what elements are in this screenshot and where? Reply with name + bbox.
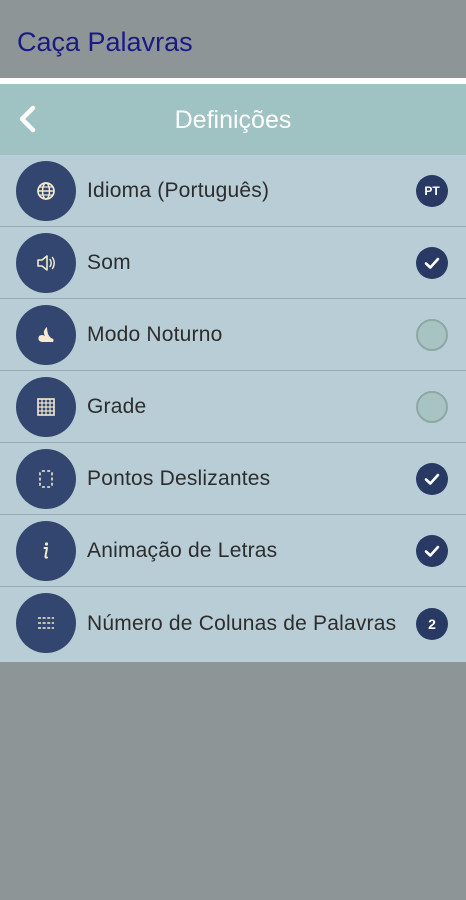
setting-label: Idioma (Português)	[87, 179, 270, 202]
setting-label: Modo Noturno	[87, 323, 223, 346]
setting-label: Pontos Deslizantes	[87, 467, 271, 490]
setting-row-language[interactable]: Idioma (Português) PT	[0, 155, 466, 227]
sound-toggle[interactable]	[416, 247, 448, 279]
word-columns-badge[interactable]: 2	[416, 608, 448, 640]
globe-icon-circle	[16, 161, 76, 221]
settings-title: Definições	[174, 106, 292, 134]
list-columns-icon	[38, 617, 54, 629]
settings-header: Definições	[0, 84, 466, 155]
speaker-icon	[37, 255, 55, 271]
setting-row-sound[interactable]: Som	[0, 227, 466, 299]
list-columns-icon-circle	[16, 593, 76, 653]
app-bar: Caça Palavras	[0, 0, 466, 78]
setting-row-word-columns[interactable]: Número de Colunas de Palavras 2	[0, 587, 466, 661]
grid-icon	[37, 398, 55, 416]
letter-i-icon	[43, 542, 49, 559]
letter-animation-toggle[interactable]	[416, 535, 448, 567]
setting-row-letter-animation[interactable]: Animação de Letras	[0, 515, 466, 587]
app-title: Caça Palavras	[17, 27, 193, 57]
setting-row-grid[interactable]: Grade	[0, 371, 466, 443]
settings-panel: Definições Idioma (Português) PT Som Mod…	[0, 84, 466, 662]
dotted-frame-icon	[39, 470, 53, 488]
setting-row-sliding-dots[interactable]: Pontos Deslizantes	[0, 443, 466, 515]
setting-label: Grade	[87, 395, 147, 418]
sliding-dots-toggle[interactable]	[416, 463, 448, 495]
grid-toggle[interactable]	[416, 391, 448, 423]
language-badge[interactable]: PT	[416, 175, 448, 207]
night-mode-toggle[interactable]	[416, 319, 448, 351]
dotted-frame-icon-circle	[16, 449, 76, 509]
globe-icon	[37, 182, 55, 200]
check-icon	[424, 257, 440, 269]
grid-icon-circle	[16, 377, 76, 437]
moon-icon	[38, 327, 54, 342]
setting-label: Animação de Letras	[87, 539, 278, 562]
setting-row-night-mode[interactable]: Modo Noturno	[0, 299, 466, 371]
moon-icon-circle	[16, 305, 76, 365]
check-icon	[424, 473, 440, 485]
setting-label: Som	[87, 251, 131, 274]
settings-list: Idioma (Português) PT Som Modo Noturno G…	[0, 155, 466, 661]
check-icon	[424, 545, 440, 557]
speaker-icon-circle	[16, 233, 76, 293]
letter-i-icon-circle	[16, 521, 76, 581]
setting-label: Número de Colunas de Palavras	[87, 612, 397, 635]
